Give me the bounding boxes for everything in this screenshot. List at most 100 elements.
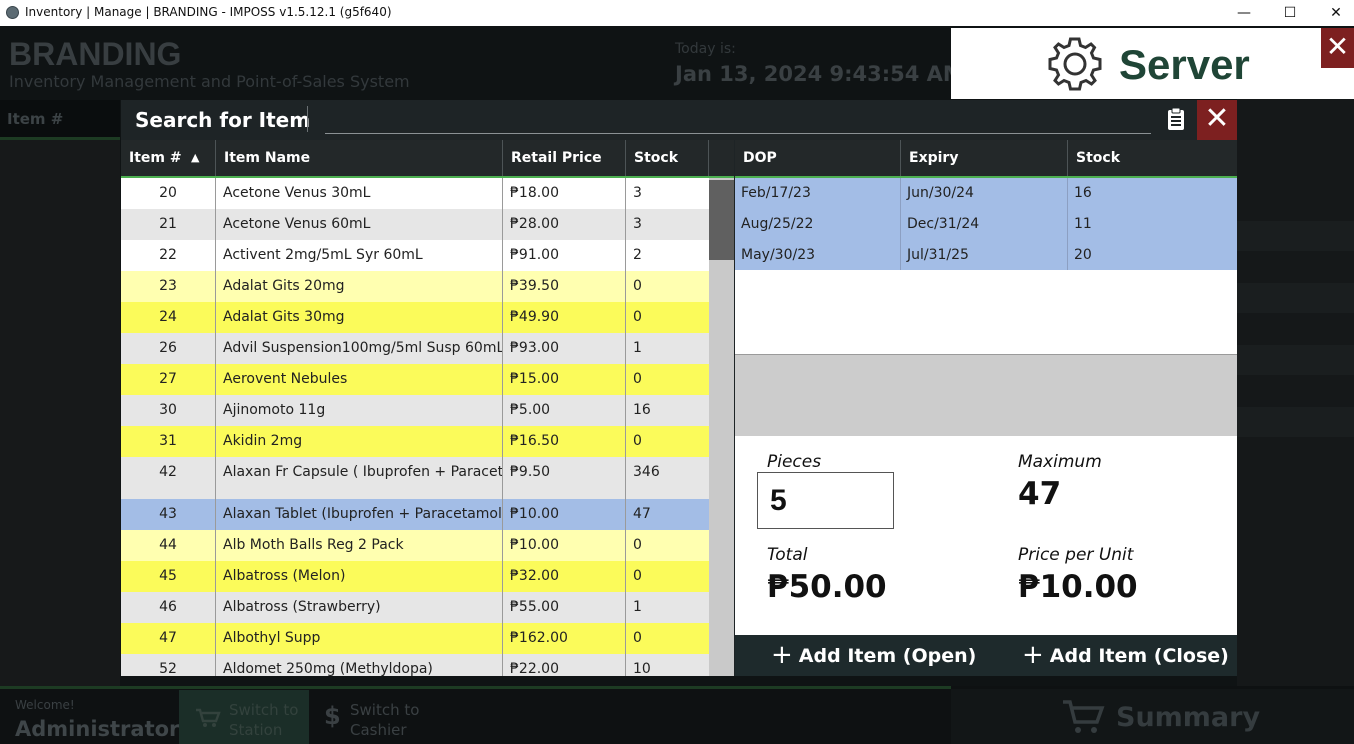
item-number-cell: 47 bbox=[121, 623, 216, 654]
stock-cell: 47 bbox=[633, 506, 651, 522]
expiry-cell: Jun/30/24 bbox=[901, 178, 1068, 209]
item-number-cell: 20 bbox=[121, 178, 216, 209]
table-row[interactable]: 52 Aldomet 250mg (Methyldopa) ₱22.00 10 bbox=[121, 654, 709, 676]
retail-price-cell: ₱18.00 bbox=[503, 178, 626, 209]
stock-cell: 3 bbox=[633, 216, 642, 232]
column-header-expiry[interactable]: Expiry bbox=[901, 140, 1068, 176]
summary-label: Summary bbox=[1116, 702, 1261, 733]
stock-cell: 346 bbox=[633, 464, 660, 480]
price-per-unit-label: Price per Unit bbox=[1018, 545, 1134, 565]
retail-price-cell: ₱16.50 bbox=[503, 426, 626, 457]
bg-left-strip bbox=[0, 140, 120, 686]
item-number-cell: 45 bbox=[121, 561, 216, 592]
stock-cell: 0 bbox=[633, 537, 642, 553]
stock-cell: 0 bbox=[633, 630, 642, 646]
batch-stock-cell: 11 bbox=[1074, 216, 1092, 232]
quantity-panel: Pieces Maximum 47 Total ₱50.00 Price per… bbox=[735, 436, 1237, 635]
stock-cell: 0 bbox=[633, 309, 642, 325]
add-item-close-button[interactable]: + Add Item (Close) bbox=[1022, 635, 1229, 676]
window-titlebar: Inventory | Manage | BRANDING - IMPOSS v… bbox=[0, 0, 1354, 26]
column-header-batch-stock[interactable]: Stock bbox=[1068, 140, 1237, 176]
column-header-item-no-label: Item # bbox=[129, 150, 182, 166]
batch-row[interactable]: Feb/17/23 Jun/30/24 16 bbox=[735, 178, 1237, 209]
table-row[interactable]: 30 Ajinomoto 11g ₱5.00 16 bbox=[121, 395, 709, 426]
batch-stock-cell: 20 bbox=[1074, 247, 1092, 263]
window-close-button[interactable]: ✕ bbox=[1313, 0, 1354, 26]
batch-row[interactable]: May/30/23 Jul/31/25 20 bbox=[735, 240, 1237, 271]
table-row[interactable]: 46 Albatross (Strawberry) ₱55.00 1 bbox=[121, 592, 709, 623]
stock-cell: 0 bbox=[633, 568, 642, 584]
dialog-close-button[interactable]: ✕ bbox=[1197, 100, 1237, 140]
item-number-cell: 46 bbox=[121, 592, 216, 623]
table-row[interactable]: 47 Albothyl Supp ₱162.00 0 bbox=[121, 623, 709, 654]
table-row[interactable]: 24 Adalat Gits 30mg ₱49.90 0 bbox=[121, 302, 709, 333]
retail-price-cell: ₱55.00 bbox=[503, 592, 626, 623]
bg-right-area bbox=[1237, 99, 1354, 689]
column-header-stock[interactable]: Stock bbox=[626, 140, 709, 176]
table-row[interactable]: 44 Alb Moth Balls Reg 2 Pack ₱10.00 0 bbox=[121, 530, 709, 561]
batch-stock-cell: 16 bbox=[1074, 185, 1092, 201]
item-name-cell: Alaxan Fr Capsule ( Ibuprofen + Paraceta… bbox=[216, 457, 503, 499]
item-name-cell: Alb Moth Balls Reg 2 Pack bbox=[216, 530, 503, 561]
add-item-close-label: Add Item (Close) bbox=[1049, 645, 1229, 667]
stock-cell: 0 bbox=[633, 371, 642, 387]
minimize-button[interactable]: — bbox=[1221, 0, 1267, 26]
sort-ascending-icon: ▲ bbox=[191, 151, 200, 164]
total-value: ₱50.00 bbox=[767, 569, 887, 605]
stock-cell: 10 bbox=[633, 661, 651, 676]
summary-button[interactable]: Summary bbox=[951, 689, 1354, 744]
stock-cell: 2 bbox=[633, 247, 642, 263]
item-number-cell: 42 bbox=[121, 457, 216, 499]
maximum-value: 47 bbox=[1018, 476, 1062, 512]
batch-row[interactable]: Aug/25/22 Dec/31/24 11 bbox=[735, 209, 1237, 240]
column-header-item-name[interactable]: Item Name bbox=[216, 140, 503, 176]
table-row[interactable]: 21 Acetone Venus 60mL ₱28.00 3 bbox=[121, 209, 709, 240]
item-number-cell: 24 bbox=[121, 302, 216, 333]
item-name-cell: Ajinomoto 11g bbox=[216, 395, 503, 426]
table-row[interactable]: 27 Aerovent Nebules ₱15.00 0 bbox=[121, 364, 709, 395]
table-row[interactable]: 23 Adalat Gits 20mg ₱39.50 0 bbox=[121, 271, 709, 302]
table-row[interactable]: 45 Albatross (Melon) ₱32.00 0 bbox=[121, 561, 709, 592]
retail-price-cell: ₱10.00 bbox=[503, 499, 626, 530]
table-row[interactable]: 26 Advil Suspension100mg/5ml Susp 60mL (I… bbox=[121, 333, 709, 364]
item-number-cell: 23 bbox=[121, 271, 216, 302]
bg-right-row bbox=[1237, 345, 1354, 375]
item-name-cell: Albatross (Melon) bbox=[216, 561, 503, 592]
item-name-cell: Acetone Venus 60mL bbox=[216, 209, 503, 240]
switch-to-cashier-button[interactable]: $ Switch to Cashier bbox=[316, 690, 446, 744]
search-input[interactable] bbox=[325, 104, 1151, 134]
table-row[interactable]: 42 Alaxan Fr Capsule ( Ibuprofen + Parace… bbox=[121, 457, 709, 499]
item-name-cell: Adalat Gits 30mg bbox=[216, 302, 503, 333]
switch-to-station-button[interactable]: Switch to Station bbox=[179, 690, 309, 744]
bg-bottom-line bbox=[0, 686, 951, 689]
stock-cell: 1 bbox=[633, 599, 642, 615]
item-name-cell: Advil Suspension100mg/5ml Susp 60mL (I..… bbox=[216, 333, 503, 364]
pieces-label: Pieces bbox=[767, 452, 822, 472]
table-row[interactable]: 22 Activent 2mg/5mL Syr 60mL ₱91.00 2 bbox=[121, 240, 709, 271]
server-close-button[interactable]: ✕ bbox=[1321, 28, 1354, 68]
column-header-retail-price[interactable]: Retail Price bbox=[503, 140, 626, 176]
today-label: Today is: bbox=[675, 41, 736, 57]
item-number-cell: 30 bbox=[121, 395, 216, 426]
switch-to-station-label: Switch to Station bbox=[229, 701, 299, 739]
item-number-cell: 43 bbox=[121, 499, 216, 530]
table-row[interactable]: 43 Alaxan Tablet (Ibuprofen + Paracetamol… bbox=[121, 499, 709, 530]
pieces-input[interactable] bbox=[757, 472, 894, 529]
stock-cell: 0 bbox=[633, 278, 642, 294]
scrollbar-thumb[interactable] bbox=[709, 180, 734, 260]
table-row[interactable]: 31 Akidin 2mg ₱16.50 0 bbox=[121, 426, 709, 457]
stock-cell: 16 bbox=[633, 402, 651, 418]
server-label: Server bbox=[1119, 41, 1250, 88]
items-scrollbar[interactable] bbox=[709, 178, 734, 676]
bg-right-row bbox=[1237, 283, 1354, 313]
item-name-cell: Adalat Gits 20mg bbox=[216, 271, 503, 302]
expiry-cell: Jul/31/25 bbox=[901, 240, 1068, 271]
cart-icon bbox=[196, 708, 221, 727]
add-item-open-button[interactable]: + Add Item (Open) bbox=[771, 635, 976, 676]
clipboard-icon[interactable] bbox=[1167, 107, 1185, 131]
column-header-item-no[interactable]: Item # ▲ bbox=[121, 140, 216, 176]
maximize-button[interactable]: ☐ bbox=[1267, 0, 1313, 26]
table-row[interactable]: 20 Acetone Venus 30mL ₱18.00 3 bbox=[121, 178, 709, 209]
header-divider bbox=[307, 106, 308, 132]
column-header-dop[interactable]: DOP bbox=[735, 140, 901, 176]
